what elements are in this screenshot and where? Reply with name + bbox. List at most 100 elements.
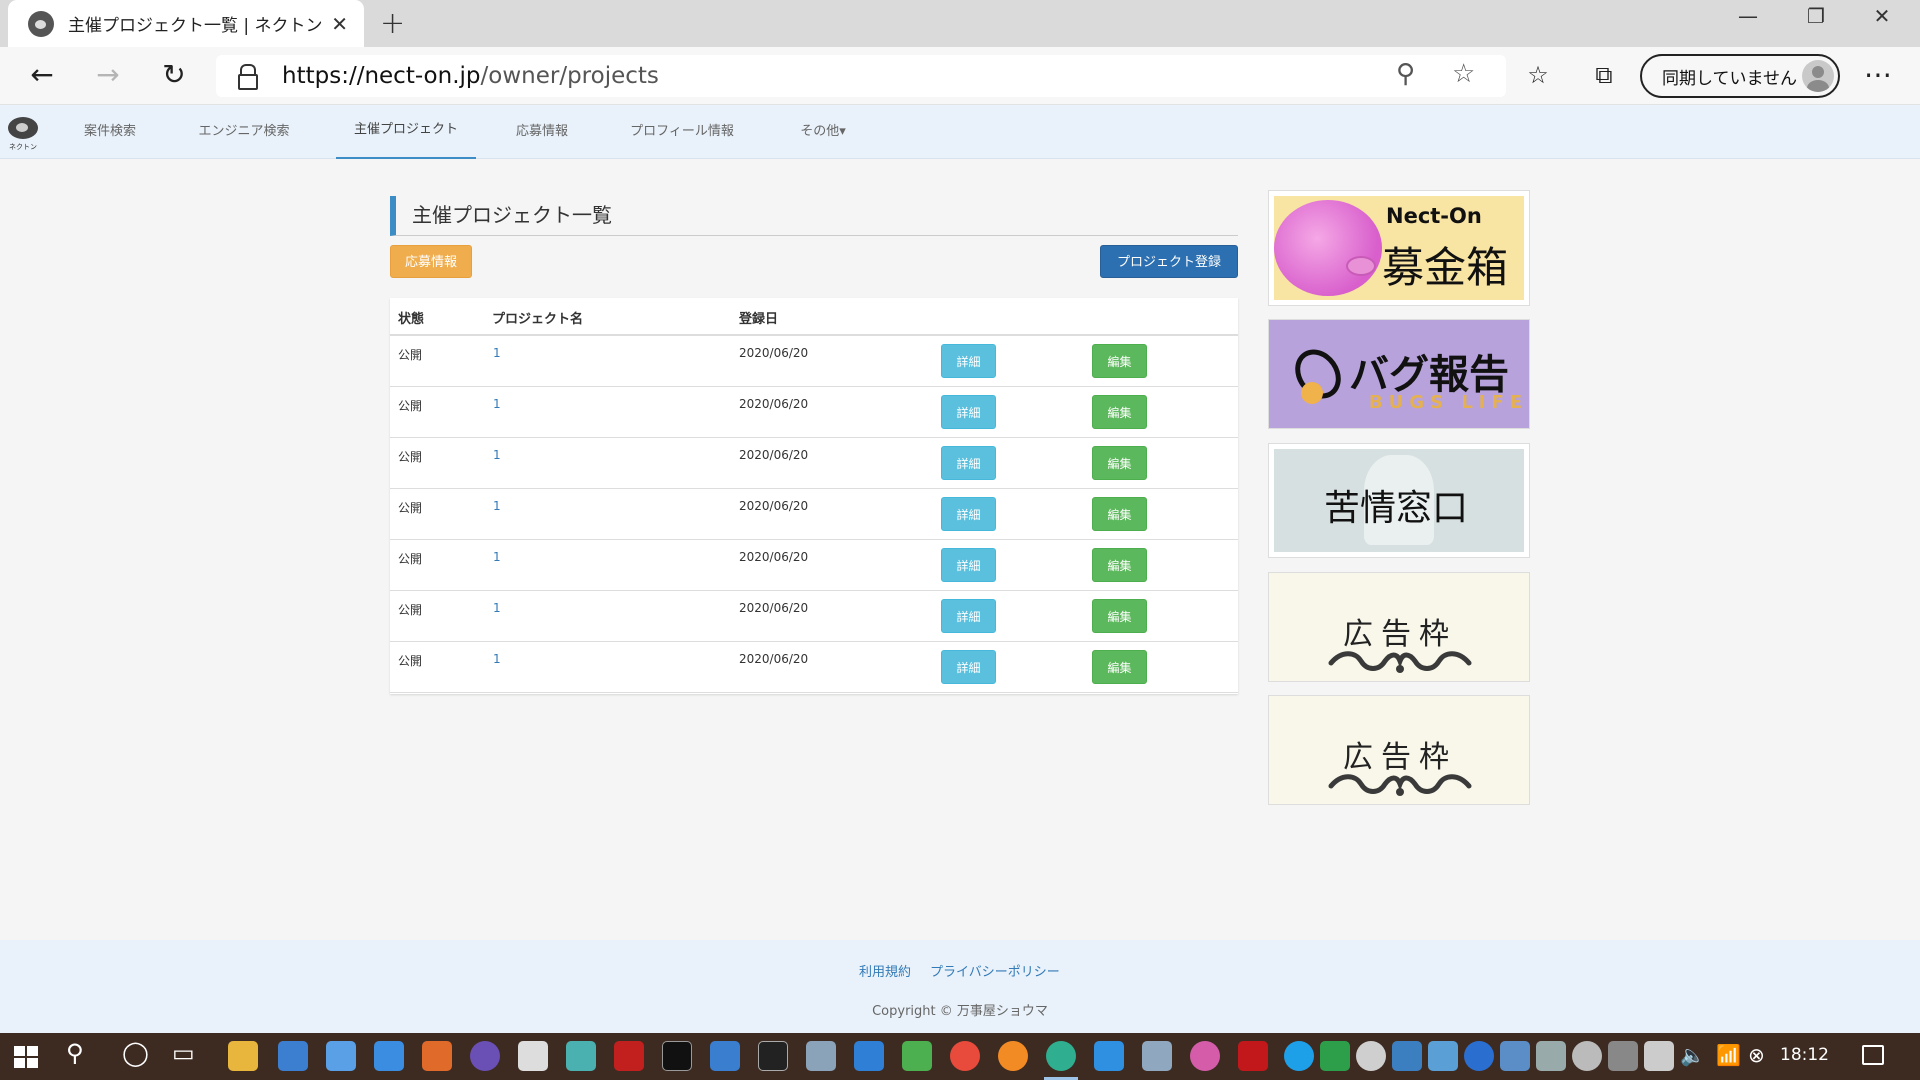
vscode-icon[interactable] (710, 1041, 740, 1071)
edit-button[interactable]: 編集 (1092, 599, 1147, 633)
notepad-icon[interactable] (566, 1041, 596, 1071)
onedrive-icon[interactable] (1356, 1041, 1386, 1071)
bluetooth-icon[interactable] (1464, 1041, 1494, 1071)
app-icon[interactable] (326, 1041, 356, 1071)
search-icon[interactable]: ⚲ (66, 1039, 84, 1067)
scroll-ornament-icon (1328, 651, 1472, 673)
detail-button[interactable]: 詳細 (941, 650, 996, 684)
cloud-icon[interactable] (1572, 1041, 1602, 1071)
tool-icon[interactable] (806, 1041, 836, 1071)
register-project-button[interactable]: プロジェクト登録 (1100, 245, 1238, 278)
store-icon[interactable] (278, 1041, 308, 1071)
more-menu-icon[interactable]: ⋯ (1858, 57, 1898, 95)
project-name-link[interactable]: 1 (493, 550, 501, 564)
nav-item-applications[interactable]: 応募情報 (504, 105, 580, 159)
refresh-icon[interactable]: ↻ (154, 57, 194, 95)
mail-icon[interactable] (854, 1041, 884, 1071)
security-icon[interactable] (1238, 1041, 1268, 1071)
edit-button[interactable]: 編集 (1092, 650, 1147, 684)
status-x-icon[interactable]: ⊗ (1748, 1043, 1765, 1067)
project-name-link[interactable]: 1 (493, 652, 501, 666)
app-icon-2[interactable] (1142, 1041, 1172, 1071)
firefox-icon[interactable] (998, 1041, 1028, 1071)
profile-sync-button[interactable]: 同期していません (1640, 54, 1840, 98)
clock[interactable]: 18:12 (1780, 1045, 1829, 1065)
ad-slot-1[interactable]: 広告枠 (1268, 572, 1530, 682)
tray-app-icon[interactable] (1392, 1041, 1422, 1071)
project-name-link[interactable]: 1 (493, 346, 501, 360)
tray-app-icon-4[interactable] (1536, 1041, 1566, 1071)
nav-item-project-search[interactable]: 案件検索 (68, 105, 152, 159)
browser-tab-active[interactable]: 主催プロジェクト一覧 | ネクトン ✕ (8, 0, 364, 47)
ide-icon[interactable] (758, 1041, 788, 1071)
nav-item-profile[interactable]: プロフィール情報 (622, 105, 742, 159)
project-name-link[interactable]: 1 (493, 601, 501, 615)
tray-app-icon-2[interactable] (1428, 1041, 1458, 1071)
edit-button[interactable]: 編集 (1092, 344, 1147, 378)
notification-center-icon[interactable] (1862, 1045, 1884, 1065)
nav-item-engineer-search[interactable]: エンジニア検索 (190, 105, 298, 159)
battery-icon[interactable] (1644, 1041, 1674, 1071)
close-tab-icon[interactable]: ✕ (331, 12, 348, 36)
task-view-icon[interactable]: ▭ (172, 1039, 195, 1067)
terminal-icon[interactable] (662, 1041, 692, 1071)
edit-button[interactable]: 編集 (1092, 395, 1147, 429)
itunes-icon[interactable] (1190, 1041, 1220, 1071)
back-icon[interactable]: ← (22, 57, 62, 95)
applications-button[interactable]: 応募情報 (390, 245, 472, 278)
internet-explorer-icon[interactable] (1094, 1041, 1124, 1071)
edge-icon[interactable] (1046, 1041, 1076, 1071)
file-explorer-icon[interactable] (228, 1041, 258, 1071)
site-logo-icon[interactable] (8, 117, 38, 139)
bug-report-banner[interactable]: バグ報告 BUGS LIFE (1268, 319, 1530, 429)
zoom-icon[interactable]: ⚲ (1396, 59, 1415, 89)
forward-icon[interactable]: → (88, 57, 128, 95)
chrome-icon[interactable] (950, 1041, 980, 1071)
favorite-star-icon[interactable]: ☆ (1452, 59, 1475, 89)
project-name-link[interactable]: 1 (493, 397, 501, 411)
defender-icon[interactable] (1320, 1041, 1350, 1071)
volume-icon[interactable]: 🔈 (1680, 1043, 1705, 1067)
collections-icon[interactable]: ⧉ (1584, 57, 1624, 95)
project-name-link[interactable]: 1 (493, 448, 501, 462)
detail-button[interactable]: 詳細 (941, 548, 996, 582)
detail-button[interactable]: 詳細 (941, 446, 996, 480)
tray-app-icon-3[interactable] (1500, 1041, 1530, 1071)
inkscape-icon[interactable] (518, 1041, 548, 1071)
windows-start-icon[interactable] (14, 1046, 38, 1068)
ad-slot-2[interactable]: 広告枠 (1268, 695, 1530, 805)
detail-button[interactable]: 詳細 (941, 497, 996, 531)
terms-link[interactable]: 利用規約 (859, 961, 911, 980)
registered-date-cell: 2020/06/20 (739, 550, 809, 564)
table-row: 公開 1 2020/06/20 詳細 編集 (390, 336, 1238, 387)
eclipse-icon[interactable] (470, 1041, 500, 1071)
project-name-link[interactable]: 1 (493, 499, 501, 513)
edit-button[interactable]: 編集 (1092, 446, 1147, 480)
favorites-list-icon[interactable]: ☆ (1518, 57, 1558, 95)
matlab-icon[interactable] (422, 1041, 452, 1071)
remote-desktop-icon[interactable] (374, 1041, 404, 1071)
detail-button[interactable]: 詳細 (941, 395, 996, 429)
network-display-icon[interactable] (1608, 1041, 1638, 1071)
nav-item-more-dropdown[interactable]: その他▾ (786, 105, 860, 159)
media-icon[interactable] (902, 1041, 932, 1071)
complaint-banner[interactable]: 苦情窓口 (1268, 443, 1530, 558)
nav-item-hosted-projects[interactable]: 主催プロジェクト (336, 105, 476, 159)
detail-button[interactable]: 詳細 (941, 344, 996, 378)
new-tab-icon[interactable]: + (380, 6, 405, 41)
edit-button[interactable]: 編集 (1092, 497, 1147, 531)
edit-button[interactable]: 編集 (1092, 548, 1147, 582)
donation-banner[interactable]: Nect-On 募金箱 (1268, 190, 1530, 306)
url-text[interactable]: https://nect-on.jp/owner/projects (282, 63, 659, 89)
restore-window-icon[interactable]: ❐ (1788, 4, 1844, 28)
address-bar[interactable]: https://nect-on.jp/owner/projects ⚲ ☆ (216, 55, 1506, 97)
privacy-policy-link[interactable]: プライバシーポリシー (930, 961, 1060, 980)
cortana-icon[interactable]: ◯ (122, 1039, 149, 1067)
minimize-window-icon[interactable]: — (1720, 4, 1776, 28)
wifi-icon[interactable]: 📶 (1716, 1043, 1741, 1067)
game-icon[interactable] (614, 1041, 644, 1071)
skype-icon[interactable] (1284, 1041, 1314, 1071)
status-cell: 公開 (398, 552, 423, 566)
close-window-icon[interactable]: ✕ (1854, 4, 1910, 28)
detail-button[interactable]: 詳細 (941, 599, 996, 633)
